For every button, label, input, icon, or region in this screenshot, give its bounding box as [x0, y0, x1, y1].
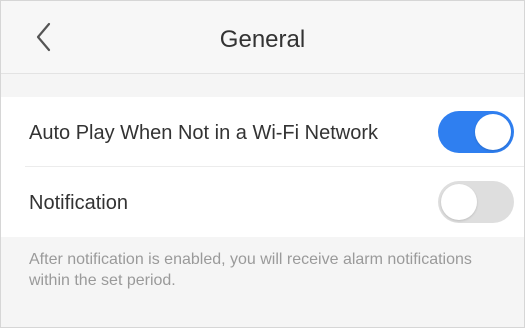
auto-play-label: Auto Play When Not in a Wi-Fi Network [29, 122, 378, 144]
notification-help-text: After notification is enabled, you will … [29, 251, 472, 289]
settings-list: Auto Play When Not in a Wi-Fi Network No… [1, 97, 524, 237]
back-button[interactable] [29, 19, 61, 55]
page-title: General [219, 26, 306, 53]
header-bar: General [1, 1, 524, 74]
toggle-knob [475, 114, 511, 150]
settings-screen: General Auto Play When Not in a Wi-Fi Ne… [0, 0, 525, 328]
chevron-left-icon [36, 22, 51, 52]
notification-label: Notification [29, 192, 128, 214]
toggle-knob [441, 184, 477, 220]
setting-row-auto-play: Auto Play When Not in a Wi-Fi Network [1, 97, 524, 167]
notification-toggle[interactable] [438, 181, 514, 223]
setting-row-notification: Notification [1, 167, 524, 237]
auto-play-toggle[interactable] [438, 111, 514, 153]
